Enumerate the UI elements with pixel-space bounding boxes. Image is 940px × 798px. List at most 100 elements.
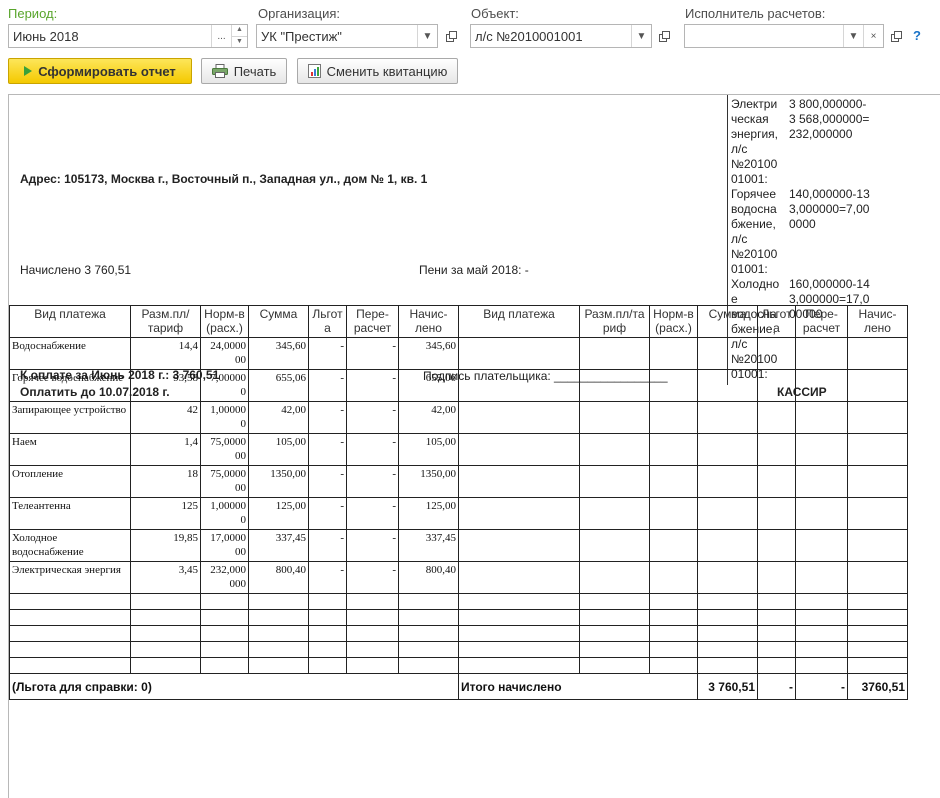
table-row: Электрическая энергия 3,45 232,000 000 800,…: [9, 561, 908, 594]
cell-rate: 42: [130, 401, 201, 434]
cell-empty: [697, 465, 758, 498]
table-row: Отопление 18 75,0000 00 1350,00- -1350,00: [9, 465, 908, 498]
spin-up-icon[interactable]: ▲: [232, 25, 247, 36]
executor-field[interactable]: ▼ ×: [684, 24, 884, 48]
object-dropdown-button[interactable]: ▼: [631, 25, 651, 47]
cell-empty: [649, 369, 698, 402]
cell-empty: [458, 561, 580, 594]
cell-empty: [458, 465, 580, 498]
cell-empty: [579, 609, 650, 626]
total-benefit: -: [757, 673, 796, 700]
cell-empty: [649, 337, 698, 370]
cell-empty: [248, 593, 309, 610]
cell-norm: 1,00000 0: [200, 401, 249, 434]
clear-icon: ×: [870, 30, 877, 42]
organization-dropdown-button[interactable]: ▼: [417, 25, 437, 47]
cell-benefit: -: [308, 401, 347, 434]
cell-recalc: -: [346, 401, 399, 434]
cell-empty: [795, 625, 848, 642]
cell-empty: [795, 337, 848, 370]
period-field[interactable]: Июнь 2018 ... ▲ ▼: [8, 24, 248, 48]
period-choose-button[interactable]: ...: [211, 25, 231, 47]
period-value[interactable]: Июнь 2018: [9, 29, 211, 44]
total-recalc: -: [795, 673, 848, 700]
column-header: Разм.пл/та риф: [579, 305, 650, 338]
cell-rate: 1,4: [130, 433, 201, 466]
side-note-value-line: 160,000000-14: [789, 277, 870, 291]
period-stepper[interactable]: ▲ ▼: [231, 25, 247, 47]
cell-empty: [458, 401, 580, 434]
table-row: Холодное водоснабжение 19,85 17,0000 00 337…: [9, 529, 908, 562]
cell-empty: [579, 641, 650, 658]
cell-empty: [248, 609, 309, 626]
organization-open-button[interactable]: [441, 26, 461, 46]
cell-empty: [795, 657, 848, 674]
cell-empty: [346, 625, 399, 642]
side-note-key-line: Холодно: [731, 277, 780, 291]
side-note-value-line: 232,000000: [789, 127, 853, 141]
cell-empty: [847, 593, 908, 610]
cell-rate: 125: [130, 497, 201, 530]
cell-empty: [579, 497, 650, 530]
cell-empty: [579, 337, 650, 370]
cell-accrued: 345,60: [398, 337, 459, 370]
cell-empty: [130, 641, 201, 658]
print-label: Печать: [233, 63, 277, 79]
cell-benefit: -: [308, 465, 347, 498]
help-icon[interactable]: ?: [913, 28, 921, 43]
cell-empty: [757, 609, 796, 626]
cell-empty: [458, 625, 580, 642]
executor-clear-button[interactable]: ×: [863, 25, 883, 47]
generate-report-button[interactable]: Сформировать отчет: [8, 58, 192, 84]
executor-open-button[interactable]: [886, 26, 906, 46]
object-value[interactable]: л/с №2010001001: [471, 29, 631, 44]
cell-sum: 800,40: [248, 561, 309, 594]
cell-empty: [579, 465, 650, 498]
cell-empty: [757, 529, 796, 562]
print-button[interactable]: Печать: [201, 58, 287, 84]
cell-empty: [795, 369, 848, 402]
object-label: Объект:: [471, 6, 519, 21]
spin-down-icon[interactable]: ▼: [232, 35, 247, 48]
organization-field[interactable]: УК "Престиж" ▼: [256, 24, 438, 48]
cell-empty: [697, 561, 758, 594]
table-row: Наем 1,4 75,0000 00 105,00- -105,00: [9, 433, 908, 466]
object-open-button[interactable]: [654, 26, 674, 46]
cell-norm: 17,0000 00: [200, 529, 249, 562]
table-row-empty: [9, 609, 908, 626]
side-note-key-line: Горячее: [731, 187, 777, 201]
cell-benefit: -: [308, 561, 347, 594]
side-note-key-line: л/с: [731, 142, 748, 156]
cell-empty: [795, 433, 848, 466]
side-note-value-line: 140,000000-13: [789, 187, 870, 201]
cell-empty: [649, 433, 698, 466]
column-header: Вид платежа: [458, 305, 580, 338]
cell-accrued: 800,40: [398, 561, 459, 594]
cell-norm: 75,0000 00: [200, 465, 249, 498]
organization-value[interactable]: УК "Престиж": [257, 29, 417, 44]
cell-benefit: -: [308, 497, 347, 530]
change-receipt-button[interactable]: Сменить квитанцию: [297, 58, 458, 84]
cell-empty: [697, 401, 758, 434]
cell-empty: [757, 337, 796, 370]
cell-recalc: -: [346, 497, 399, 530]
side-note-key-line: л/с: [731, 232, 748, 246]
table-row: Горячее водоснабжение 93,58 7,00000 0 655,0…: [9, 369, 908, 402]
cell-empty: [847, 625, 908, 642]
cell-empty: [795, 497, 848, 530]
cell-empty: [649, 657, 698, 674]
cell-norm: 1,00000 0: [200, 497, 249, 530]
cell-rate: 19,85: [130, 529, 201, 562]
cell-empty: [458, 641, 580, 658]
cell-accrued: 337,45: [398, 529, 459, 562]
cell-empty: [847, 561, 908, 594]
cell-accrued: 655,06: [398, 369, 459, 402]
cell-sum: 42,00: [248, 401, 309, 434]
executor-dropdown-button[interactable]: ▼: [843, 25, 863, 47]
cell-empty: [398, 641, 459, 658]
cell-recalc: -: [346, 433, 399, 466]
cell-empty: [308, 593, 347, 610]
column-header: Норм-в (расх.): [200, 305, 249, 338]
object-field[interactable]: л/с №2010001001 ▼: [470, 24, 652, 48]
cell-empty: [398, 609, 459, 626]
